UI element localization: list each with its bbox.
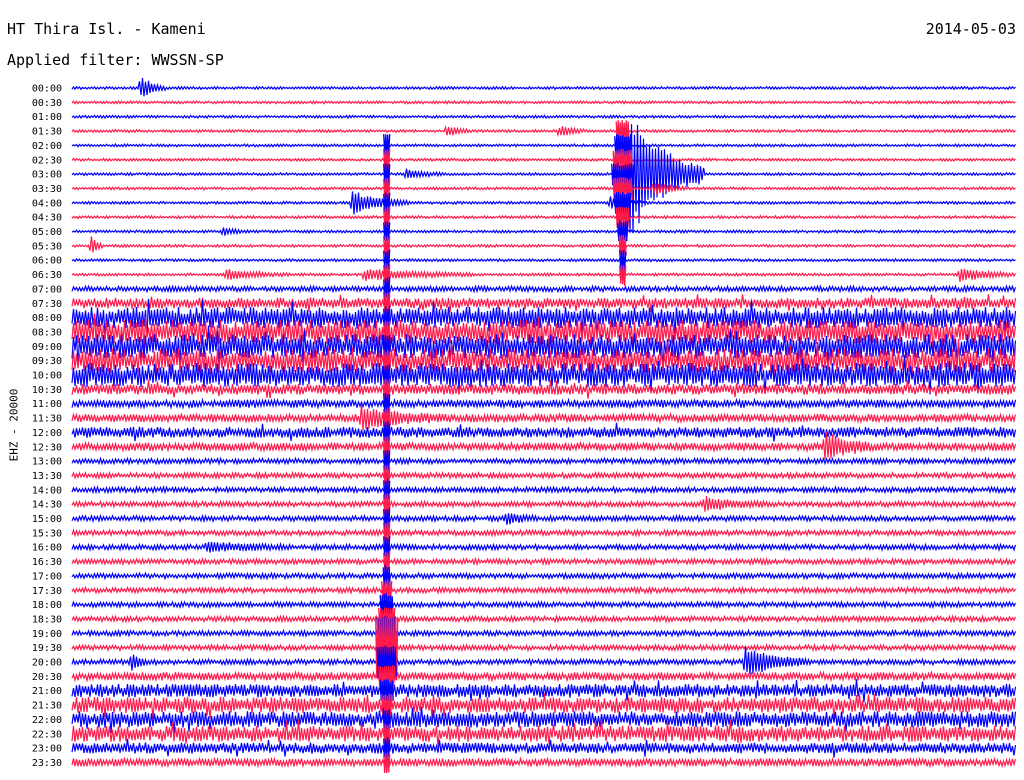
row-time-label: 05:00 bbox=[32, 227, 62, 238]
trace-row bbox=[71, 556, 1017, 567]
row-time-label: 22:30 bbox=[32, 729, 62, 740]
trace-row bbox=[71, 78, 1016, 97]
row-time-label: 13:00 bbox=[32, 457, 62, 468]
trace-row bbox=[71, 236, 1017, 253]
row-time-label: 09:00 bbox=[32, 342, 62, 353]
row-time-label: 16:30 bbox=[32, 557, 62, 568]
trace-row bbox=[71, 512, 1017, 525]
trace-row bbox=[71, 404, 1017, 431]
trace-row bbox=[71, 738, 1017, 758]
row-time-label: 21:30 bbox=[32, 701, 62, 712]
trace-row bbox=[71, 599, 1017, 610]
row-time-label: 20:30 bbox=[32, 672, 62, 683]
row-time-label: 01:30 bbox=[32, 127, 62, 138]
row-time-label: 08:00 bbox=[32, 313, 62, 324]
row-time-label: 12:30 bbox=[32, 442, 62, 453]
trace-row bbox=[71, 157, 1016, 163]
row-time-label: 21:00 bbox=[32, 686, 62, 697]
row-time-label: 23:30 bbox=[32, 758, 62, 769]
row-time-label: 00:00 bbox=[32, 84, 62, 95]
row-time-label: 18:00 bbox=[32, 600, 62, 611]
spike-segment bbox=[383, 133, 391, 157]
trace-row bbox=[71, 756, 1017, 769]
row-time-label: 14:30 bbox=[32, 500, 62, 511]
row-time-label: 23:00 bbox=[32, 744, 62, 755]
row-time-label: 02:30 bbox=[32, 155, 62, 166]
row-time-label: 07:30 bbox=[32, 299, 62, 310]
trace-row bbox=[71, 670, 1017, 683]
row-time-label: 07:00 bbox=[32, 284, 62, 295]
trace-row bbox=[71, 191, 1016, 215]
trace-row bbox=[71, 585, 1017, 596]
row-time-label: 01:00 bbox=[32, 112, 62, 123]
row-time-label: 22:00 bbox=[32, 715, 62, 726]
row-time-label: 11:00 bbox=[32, 399, 62, 410]
trace-row bbox=[71, 642, 1017, 653]
row-time-label: 10:00 bbox=[32, 371, 62, 382]
trace-row bbox=[71, 142, 1016, 148]
trace-row bbox=[71, 268, 1017, 282]
row-time-label: 14:00 bbox=[32, 485, 62, 496]
trace-row bbox=[71, 124, 1016, 237]
row-time-label: 15:30 bbox=[32, 528, 62, 539]
row-time-label: 20:00 bbox=[32, 658, 62, 669]
trace-row bbox=[71, 628, 1017, 639]
trace-row bbox=[71, 257, 1016, 263]
row-time-label: 19:00 bbox=[32, 629, 62, 640]
row-time-label: 11:30 bbox=[32, 414, 62, 425]
trace-row bbox=[71, 397, 1017, 410]
trace-row bbox=[71, 571, 1017, 581]
trace-row bbox=[71, 485, 1017, 495]
trace-row bbox=[71, 456, 1017, 467]
row-time-label: 12:00 bbox=[32, 428, 62, 439]
row-time-label: 10:30 bbox=[32, 385, 62, 396]
row-time-label: 06:30 bbox=[32, 270, 62, 281]
row-time-label: 03:00 bbox=[32, 170, 62, 181]
trace-row bbox=[71, 528, 1017, 538]
row-time-label: 18:30 bbox=[32, 614, 62, 625]
row-time-label: 06:00 bbox=[32, 256, 62, 267]
row-time-label: 16:00 bbox=[32, 543, 62, 554]
row-time-label: 09:30 bbox=[32, 356, 62, 367]
trace-row bbox=[71, 114, 1016, 120]
row-time-label: 15:00 bbox=[32, 514, 62, 525]
trace-row bbox=[71, 283, 1017, 294]
trace-row bbox=[71, 422, 1017, 442]
row-time-label: 00:30 bbox=[32, 98, 62, 109]
row-time-label: 08:30 bbox=[32, 327, 62, 338]
trace-row bbox=[71, 124, 1016, 137]
trace-row bbox=[71, 99, 1016, 105]
trace-row bbox=[71, 614, 1017, 624]
trace-row bbox=[71, 183, 1016, 196]
row-time-label: 17:00 bbox=[32, 571, 62, 582]
row-time-label: 17:30 bbox=[32, 586, 62, 597]
trace-row bbox=[71, 227, 1017, 237]
row-time-label: 04:30 bbox=[32, 213, 62, 224]
row-time-label: 02:00 bbox=[32, 141, 62, 152]
seismogram-page: HT Thira Isl. - Kameni 2014-05-03 Applie… bbox=[0, 0, 1024, 780]
row-time-label: 13:30 bbox=[32, 471, 62, 482]
trace-row bbox=[71, 646, 1017, 675]
trace-row bbox=[71, 541, 1017, 553]
seismogram-plot: 00:00 00:30 01:00 01:30 02:00 02:30 03:00 03:30… bbox=[32, 78, 1017, 774]
trace-row bbox=[71, 470, 1017, 481]
row-time-label: 05:30 bbox=[32, 241, 62, 252]
row-time-label: 04:00 bbox=[32, 198, 62, 209]
row-time-label: 03:30 bbox=[32, 184, 62, 195]
trace-row bbox=[71, 496, 1017, 512]
trace-row bbox=[71, 214, 1016, 220]
row-time-label: 19:30 bbox=[32, 643, 62, 654]
